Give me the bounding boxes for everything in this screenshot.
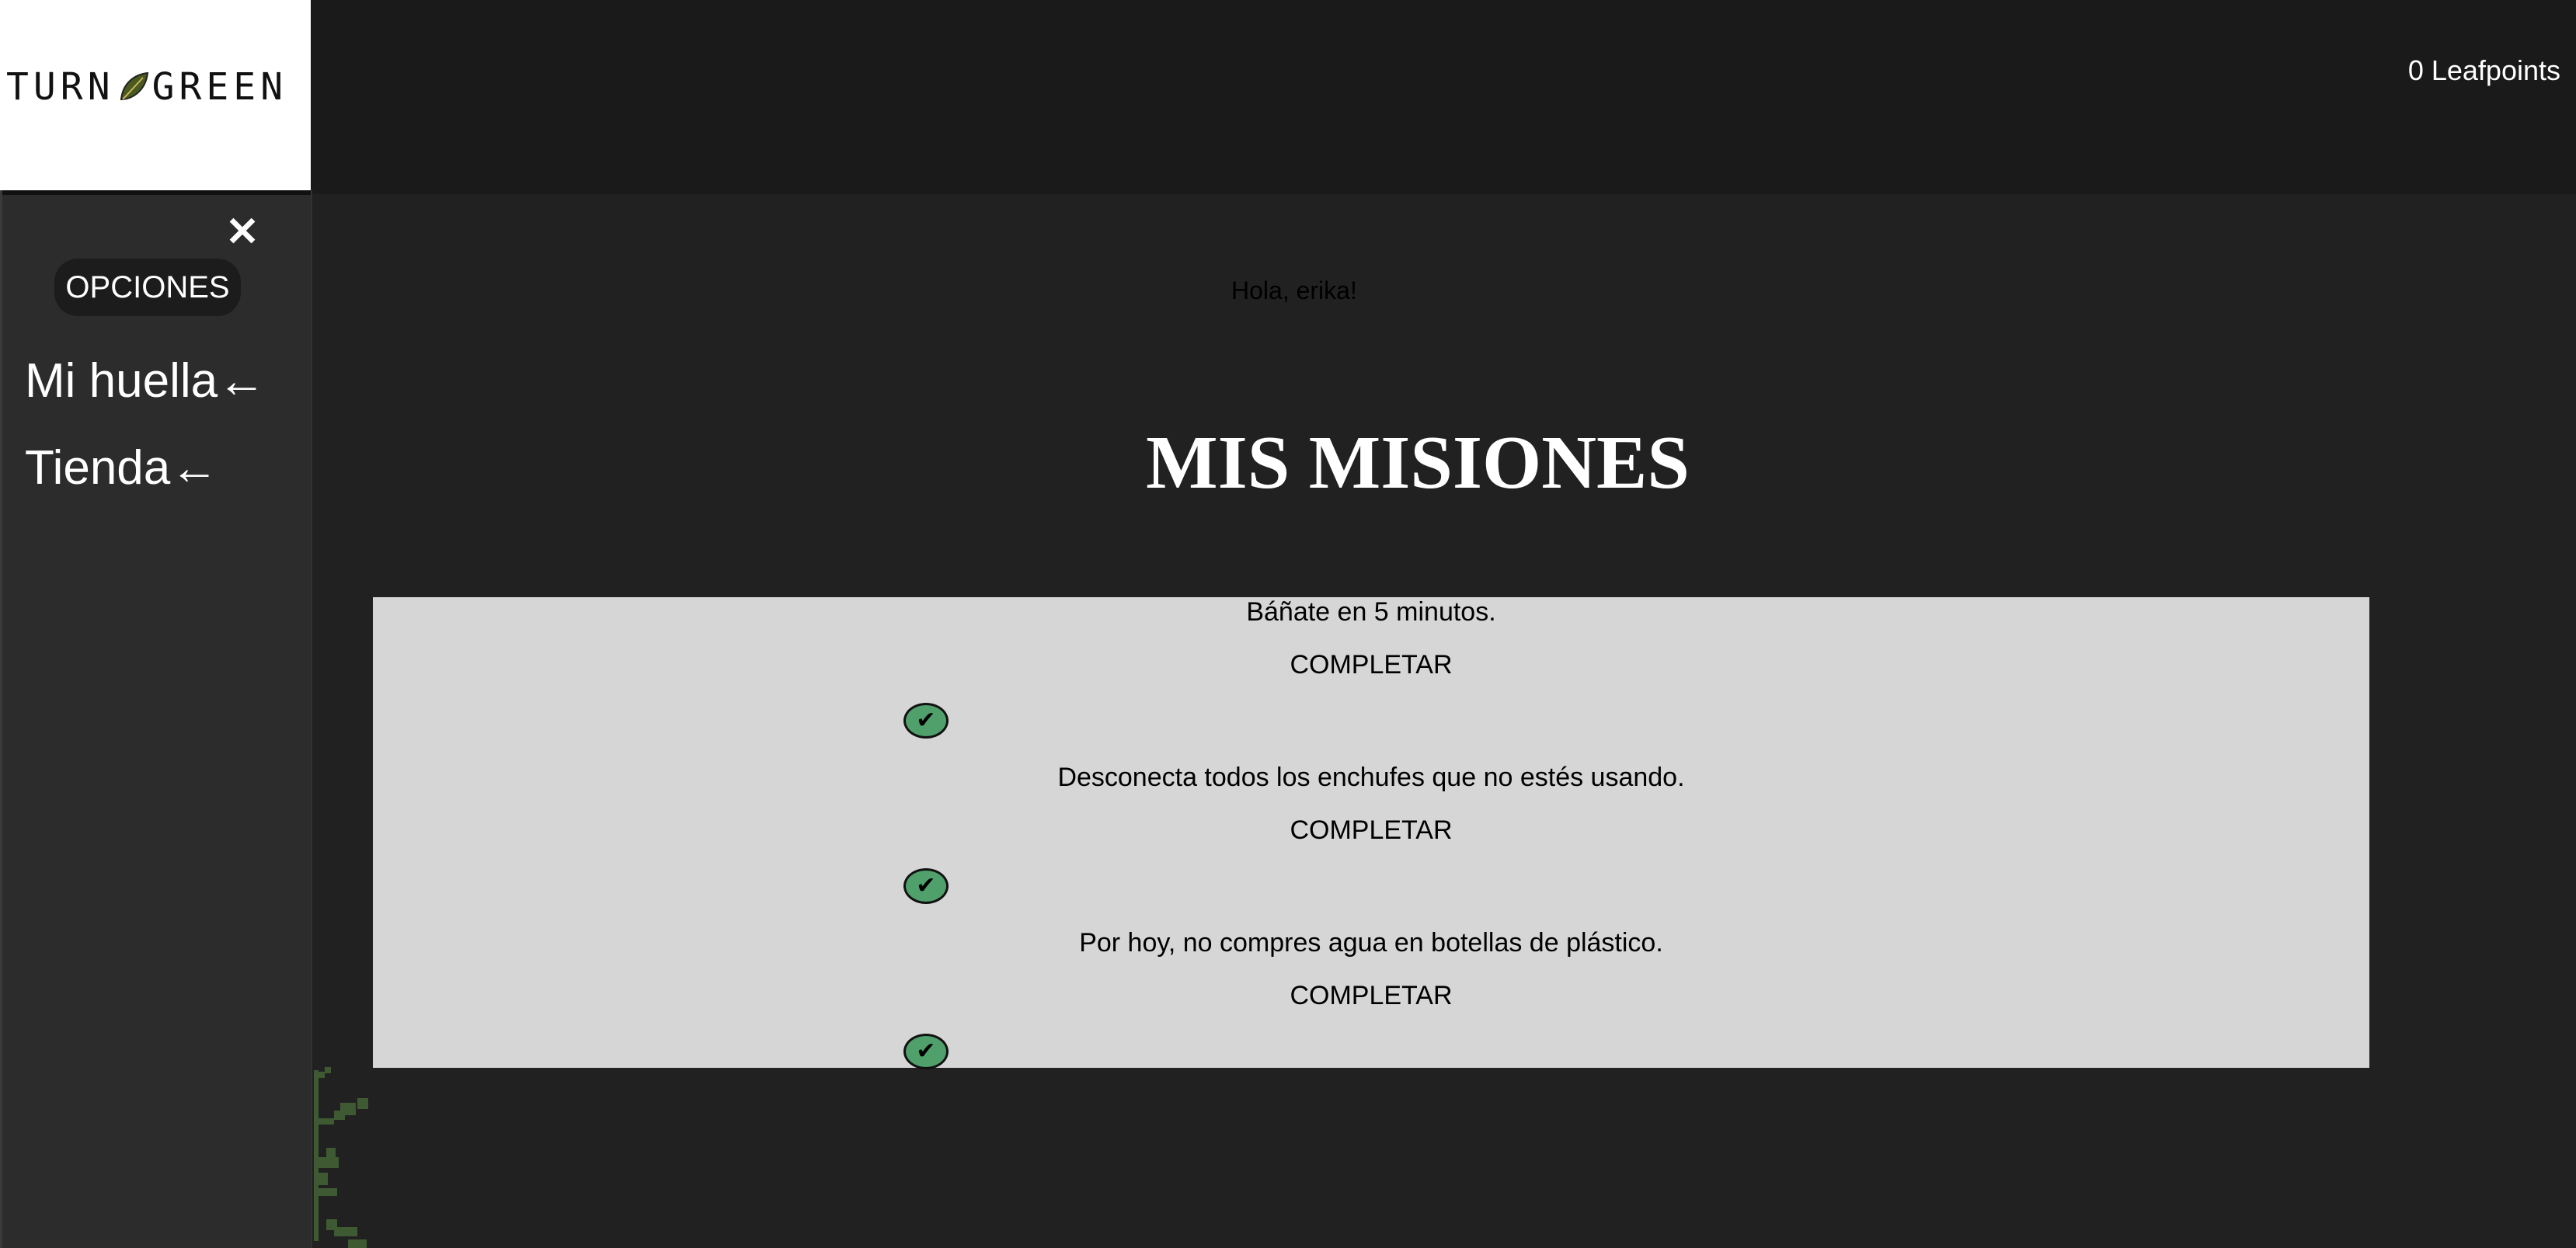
complete-button[interactable]: COMPLETAR [373, 815, 2369, 846]
complete-button[interactable]: COMPLETAR [373, 650, 2369, 680]
top-bar: TURN GREEN 0 Leafpoints [0, 0, 2576, 194]
logo[interactable]: TURN GREEN [0, 0, 311, 190]
missions-panel: Báñate en 5 minutos. COMPLETAR ✔ Descone… [373, 597, 2369, 1069]
complete-button[interactable]: COMPLETAR [373, 981, 2369, 1011]
logo-wordmark: TURN GREEN [6, 65, 287, 109]
leafpoints-counter: 0 Leafpoints [2407, 54, 2560, 86]
logo-text-right: GREEN [151, 65, 288, 109]
mission-item: Por hoy, no compres agua en botellas de … [373, 928, 2369, 1093]
check-icon[interactable]: ✔ [903, 868, 949, 904]
mission-item: Desconecta todos los enchufes que no est… [373, 763, 2369, 928]
leaf-icon [120, 71, 148, 100]
mission-text: Por hoy, no compres agua en botellas de … [1079, 928, 1663, 958]
mission-text: Báñate en 5 minutos. [1246, 597, 1496, 627]
vine-decoration [314, 1067, 368, 1248]
sidebar-item-mi-huella[interactable]: Mi huella← [25, 353, 266, 408]
page-title: MIS MISIONES [1146, 421, 1690, 505]
mission-text: Desconecta todos los enchufes que no est… [1057, 763, 1685, 792]
mission-item: Báñate en 5 minutos. COMPLETAR ✔ [373, 597, 2369, 763]
options-label: OPCIONES [54, 259, 241, 316]
check-icon[interactable]: ✔ [903, 1034, 949, 1069]
greeting-text: Hola, erika! [1231, 276, 1357, 304]
close-icon[interactable]: ✕ [225, 212, 259, 252]
logo-text-left: TURN [6, 65, 115, 109]
check-icon[interactable]: ✔ [903, 703, 949, 739]
sidebar: ✕ OPCIONES Mi huella← Tienda← [0, 190, 312, 1248]
